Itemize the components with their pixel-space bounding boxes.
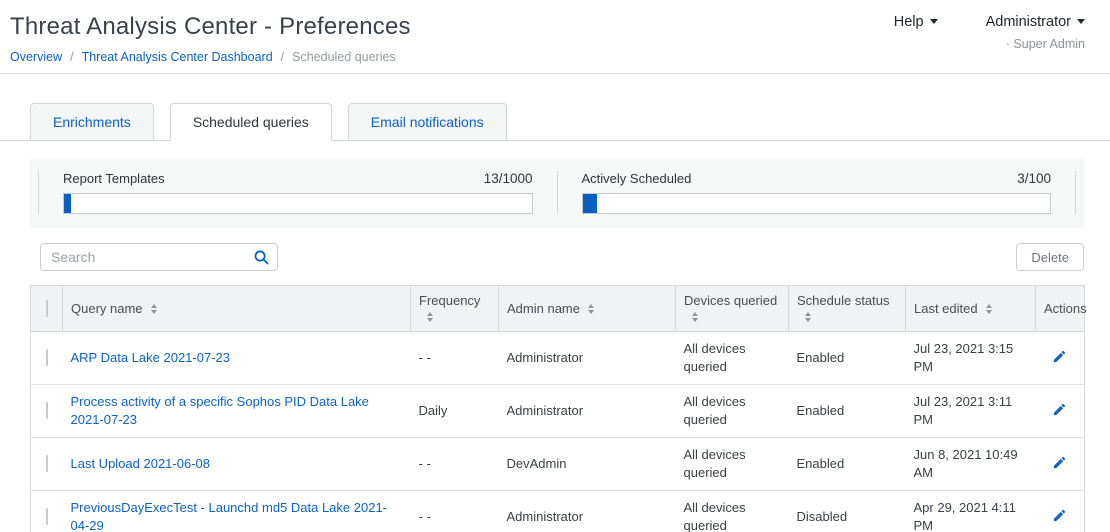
user-menu-block: Administrator · Super Admin bbox=[986, 14, 1085, 73]
query-name-link[interactable]: PreviousDayExecTest - Launchd md5 Data L… bbox=[71, 500, 388, 532]
caret-down-icon bbox=[930, 19, 938, 24]
sort-icon[interactable] bbox=[151, 304, 157, 314]
last-edited-cell: Jul 23, 2021 3:11 PM bbox=[906, 385, 1036, 438]
header-right: Help Administrator · Super Admin bbox=[894, 12, 1085, 73]
breadcrumb-separator: / bbox=[70, 50, 73, 64]
last-edited-cell: Jun 8, 2021 10:49 AM bbox=[906, 438, 1036, 491]
row-checkbox[interactable] bbox=[46, 349, 48, 366]
edit-pencil-icon bbox=[1052, 508, 1067, 523]
edit-pencil-icon bbox=[1052, 402, 1067, 417]
admin-name-cell: Administrator bbox=[499, 385, 676, 438]
sort-icon[interactable] bbox=[986, 304, 992, 314]
column-header-frequency[interactable]: Frequency bbox=[411, 286, 499, 332]
query-name-link[interactable]: ARP Data Lake 2021-07-23 bbox=[71, 350, 230, 365]
table-row: Process activity of a specific Sophos PI… bbox=[31, 385, 1085, 438]
row-checkbox[interactable] bbox=[46, 455, 48, 472]
column-header-devices-queried[interactable]: Devices queried bbox=[676, 286, 789, 332]
caret-down-icon bbox=[1077, 19, 1085, 24]
query-name-link[interactable]: Last Upload 2021-06-08 bbox=[71, 456, 211, 471]
search-icon[interactable] bbox=[253, 249, 270, 266]
table-row: PreviousDayExecTest - Launchd md5 Data L… bbox=[31, 491, 1085, 532]
frequency-cell: - - bbox=[411, 438, 499, 491]
admin-name-cell: DevAdmin bbox=[499, 438, 676, 491]
tab-enrichments[interactable]: Enrichments bbox=[30, 103, 154, 141]
frequency-cell: - - bbox=[411, 491, 499, 532]
breadcrumb-link-overview[interactable]: Overview bbox=[10, 50, 62, 64]
search-box bbox=[40, 243, 278, 271]
table-toolbar: Delete bbox=[30, 243, 1084, 271]
sort-icon[interactable] bbox=[427, 312, 433, 322]
column-header-admin-name[interactable]: Admin name bbox=[499, 286, 676, 332]
quota-count: 13/1000 bbox=[484, 171, 533, 186]
table-row: ARP Data Lake 2021-07-23 - - Administrat… bbox=[31, 332, 1085, 385]
quota-count: 3/100 bbox=[1017, 171, 1051, 186]
devices-queried-cell: All devices queried bbox=[676, 385, 789, 438]
progress-bar bbox=[63, 193, 533, 214]
devices-queried-cell: All devices queried bbox=[676, 491, 789, 532]
table-row: Last Upload 2021-06-08 - - DevAdmin All … bbox=[31, 438, 1085, 491]
sort-icon[interactable] bbox=[588, 304, 594, 314]
sort-icon[interactable] bbox=[805, 312, 811, 322]
scheduled-queries-table: Query name Frequency Admin name Devices … bbox=[30, 285, 1084, 532]
column-header-schedule-status[interactable]: Schedule status bbox=[789, 286, 906, 332]
breadcrumb-current: Scheduled queries bbox=[292, 50, 396, 64]
frequency-cell: - - bbox=[411, 332, 499, 385]
row-checkbox[interactable] bbox=[46, 402, 48, 419]
sort-icon[interactable] bbox=[692, 312, 698, 322]
row-checkbox[interactable] bbox=[46, 508, 48, 525]
last-edited-cell: Apr 29, 2021 4:11 PM bbox=[906, 491, 1036, 532]
column-header-last-edited[interactable]: Last edited bbox=[906, 286, 1036, 332]
quota-label: Actively Scheduled bbox=[582, 171, 692, 186]
progress-fill bbox=[64, 194, 71, 213]
admin-name-cell: Administrator bbox=[499, 332, 676, 385]
page-title: Threat Analysis Center - Preferences bbox=[10, 13, 411, 41]
search-input[interactable] bbox=[40, 243, 278, 271]
delete-button[interactable]: Delete bbox=[1016, 243, 1084, 271]
app-header: Threat Analysis Center - Preferences Ove… bbox=[0, 0, 1110, 74]
admin-name-cell: Administrator bbox=[499, 491, 676, 532]
header-left: Threat Analysis Center - Preferences Ove… bbox=[10, 12, 411, 73]
breadcrumb: Overview / Threat Analysis Center Dashbo… bbox=[10, 50, 411, 64]
table-header-row: Query name Frequency Admin name Devices … bbox=[31, 286, 1085, 332]
edit-pencil-icon bbox=[1052, 349, 1067, 364]
quota-panel: Report Templates 13/1000 Actively Schedu… bbox=[30, 158, 1084, 228]
breadcrumb-separator: / bbox=[281, 50, 284, 64]
help-menu[interactable]: Help bbox=[894, 14, 938, 73]
user-menu[interactable]: Administrator bbox=[986, 14, 1085, 30]
schedule-status-cell: Disabled bbox=[789, 491, 906, 532]
last-edited-cell: Jul 23, 2021 3:15 PM bbox=[906, 332, 1036, 385]
edit-button[interactable] bbox=[1050, 453, 1069, 472]
devices-queried-cell: All devices queried bbox=[676, 332, 789, 385]
tab-bar: Enrichments Scheduled queries Email noti… bbox=[0, 74, 1110, 141]
query-name-link[interactable]: Process activity of a specific Sophos PI… bbox=[71, 394, 369, 427]
quota-actively-scheduled: Actively Scheduled 3/100 bbox=[557, 171, 1077, 214]
select-all-header bbox=[31, 286, 63, 332]
schedule-status-cell: Enabled bbox=[789, 438, 906, 491]
edit-button[interactable] bbox=[1050, 400, 1069, 419]
quota-label: Report Templates bbox=[63, 171, 165, 186]
frequency-cell: Daily bbox=[411, 385, 499, 438]
edit-button[interactable] bbox=[1050, 506, 1069, 525]
edit-button[interactable] bbox=[1050, 347, 1069, 366]
progress-bar bbox=[582, 193, 1052, 214]
column-header-query-name[interactable]: Query name bbox=[63, 286, 411, 332]
schedule-status-cell: Enabled bbox=[789, 385, 906, 438]
schedule-status-cell: Enabled bbox=[789, 332, 906, 385]
tab-email-notifications[interactable]: Email notifications bbox=[348, 103, 507, 141]
devices-queried-cell: All devices queried bbox=[676, 438, 789, 491]
select-all-checkbox[interactable] bbox=[46, 300, 48, 317]
column-header-actions: Actions bbox=[1036, 286, 1085, 332]
progress-fill bbox=[583, 194, 597, 213]
tab-scheduled-queries[interactable]: Scheduled queries bbox=[170, 103, 332, 141]
user-role: · Super Admin bbox=[986, 37, 1085, 51]
quota-report-templates: Report Templates 13/1000 bbox=[38, 171, 557, 214]
breadcrumb-link-dashboard[interactable]: Threat Analysis Center Dashboard bbox=[82, 50, 273, 64]
edit-pencil-icon bbox=[1052, 455, 1067, 470]
